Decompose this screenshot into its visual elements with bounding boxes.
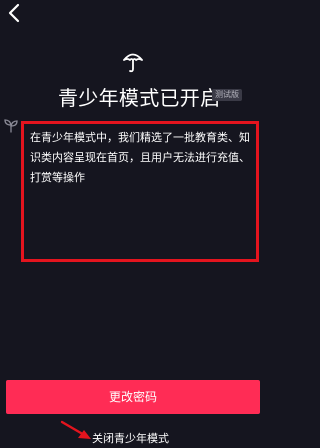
- teen-mode-description: 在青少年模式中，我们精选了一批教育类、知识类内容呈现在首页，且用户无法进行充值、…: [30, 131, 250, 184]
- umbrella-icon: [122, 50, 144, 74]
- close-teen-mode-link[interactable]: 关闭青少年模式: [92, 430, 169, 446]
- page-title: 青少年模式已开启: [58, 86, 221, 110]
- beta-badge: 测试版: [212, 89, 242, 101]
- annotation-arrow-icon: [58, 420, 92, 444]
- title-row: 青少年模式已开启 测试版: [0, 80, 266, 110]
- change-password-button[interactable]: 更改密码: [6, 380, 260, 414]
- teen-mode-screen: 青少年模式已开启 测试版 在青少年模式中，我们精选了一批教育类、知识类内容呈现在…: [0, 0, 266, 448]
- leaf-icon: [3, 117, 19, 133]
- back-icon[interactable]: [4, 2, 26, 24]
